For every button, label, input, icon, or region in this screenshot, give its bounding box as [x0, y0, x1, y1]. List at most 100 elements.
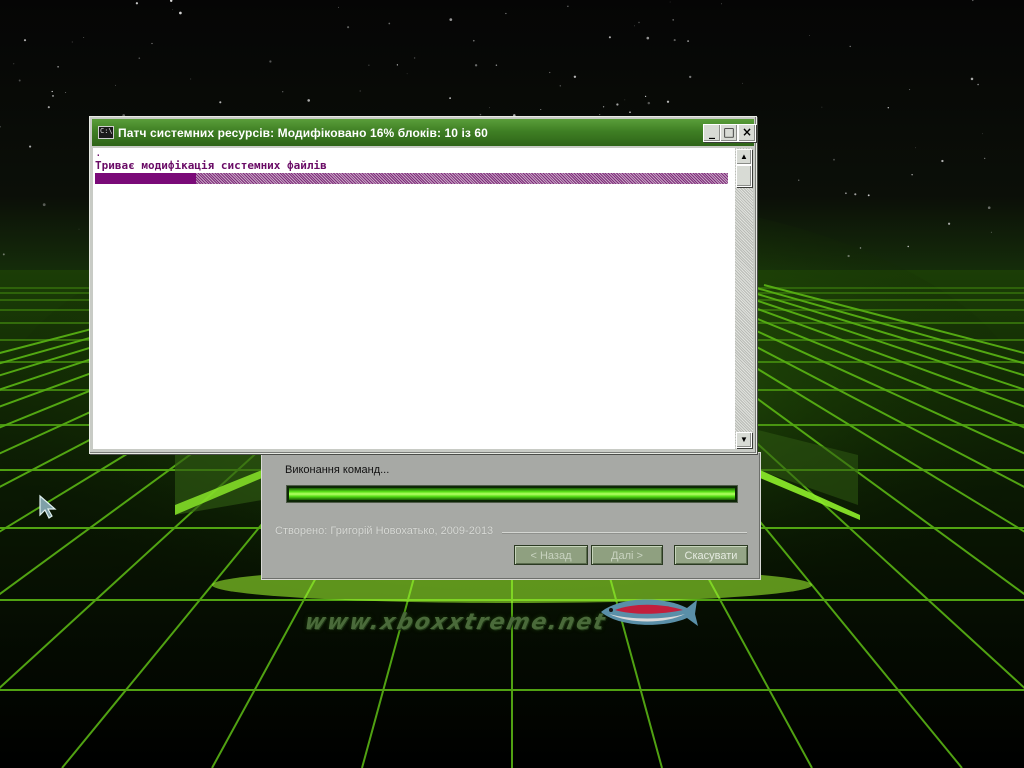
star [29, 145, 32, 148]
star [495, 64, 498, 66]
vertical-scrollbar[interactable]: ▲ ▼ [735, 148, 753, 449]
star [984, 157, 986, 160]
star [559, 85, 561, 87]
console-prompt-line: . [95, 148, 102, 159]
star [646, 36, 650, 40]
star [172, 9, 174, 11]
next-button[interactable]: Далі > [591, 545, 663, 565]
maximize-button[interactable]: □ [720, 124, 738, 142]
star [52, 95, 54, 97]
star [673, 39, 676, 42]
cancel-button[interactable]: Скасувати [674, 545, 748, 565]
scroll-up-icon[interactable]: ▲ [736, 149, 752, 165]
star [833, 158, 835, 161]
watermark-text: www.xboxxtreme.net [302, 610, 609, 635]
console-message: Триває модифікація системних файлів [95, 159, 327, 172]
star [849, 45, 851, 48]
star [114, 84, 116, 86]
star [634, 25, 635, 27]
star [307, 99, 311, 102]
star [388, 22, 391, 25]
arrow-cursor-icon [39, 494, 57, 519]
star [970, 77, 974, 81]
star [647, 101, 651, 105]
scroll-thumb[interactable] [736, 165, 752, 187]
star [741, 82, 743, 84]
star [190, 78, 192, 80]
star [638, 21, 640, 24]
star [720, 3, 722, 5]
console-output[interactable]: . Триває модифікація системних файлів [93, 148, 735, 449]
star [472, 39, 475, 42]
star [269, 60, 272, 63]
console-window[interactable]: C:\ Патч системних ресурсів: Модифікован… [89, 116, 757, 454]
star [138, 57, 141, 59]
star [798, 179, 800, 181]
star [489, 107, 490, 109]
star [406, 73, 408, 75]
star [821, 106, 823, 108]
star [78, 228, 80, 230]
scroll-down-icon[interactable]: ▼ [736, 432, 752, 448]
star [282, 91, 284, 93]
star [368, 64, 370, 66]
installer-wizard-window: Виконання команд... Створено: Григорій Н… [261, 452, 761, 580]
star [629, 111, 631, 114]
star [42, 203, 46, 207]
fish-logo-icon [601, 599, 698, 626]
star [666, 100, 670, 103]
star [2, 253, 5, 256]
command-prompt-icon-glyph: C:\ [100, 127, 113, 135]
wizard-progress-bar [286, 485, 738, 503]
credits-divider [502, 532, 747, 534]
star [219, 101, 222, 104]
star [83, 36, 85, 38]
console-progress-bar [95, 173, 728, 184]
star [179, 11, 182, 15]
star [47, 106, 50, 109]
star [151, 42, 153, 45]
star [859, 247, 862, 249]
star [18, 79, 21, 82]
star [505, 12, 507, 15]
star [941, 159, 944, 163]
star [644, 95, 647, 98]
console-progress-fill [95, 173, 197, 184]
star [449, 18, 453, 21]
star [608, 36, 611, 39]
star [540, 109, 542, 111]
star [669, 1, 671, 3]
wizard-status-text: Виконання команд... [285, 464, 390, 476]
star [347, 26, 350, 29]
star [413, 57, 416, 59]
star [71, 41, 73, 43]
star [359, 90, 361, 92]
star [616, 103, 619, 106]
star [573, 75, 577, 78]
console-title: Патч системних ресурсів: Модифіковано 16… [118, 126, 488, 140]
star [845, 192, 847, 195]
star [911, 174, 913, 176]
star [57, 65, 59, 68]
star [396, 64, 399, 66]
star [338, 6, 339, 8]
command-prompt-icon[interactable]: C:\ [98, 126, 114, 139]
minimize-button[interactable]: _ [703, 124, 721, 142]
star [854, 193, 857, 196]
star [474, 64, 478, 67]
credits-label: Створено: Григорій Новохатько, 2009-2013 [275, 525, 494, 537]
back-button[interactable]: < Назад [514, 545, 588, 565]
console-title-bar[interactable]: C:\ Патч системних ресурсів: Модифікован… [92, 119, 756, 146]
star [915, 147, 916, 149]
star [449, 97, 451, 99]
star [987, 206, 991, 210]
star [672, 19, 675, 21]
star [65, 91, 67, 94]
star [23, 39, 27, 42]
star [687, 40, 690, 43]
star [599, 114, 601, 116]
star [689, 75, 692, 79]
star [990, 231, 992, 233]
close-button[interactable]: × [738, 124, 756, 142]
star [867, 194, 870, 197]
